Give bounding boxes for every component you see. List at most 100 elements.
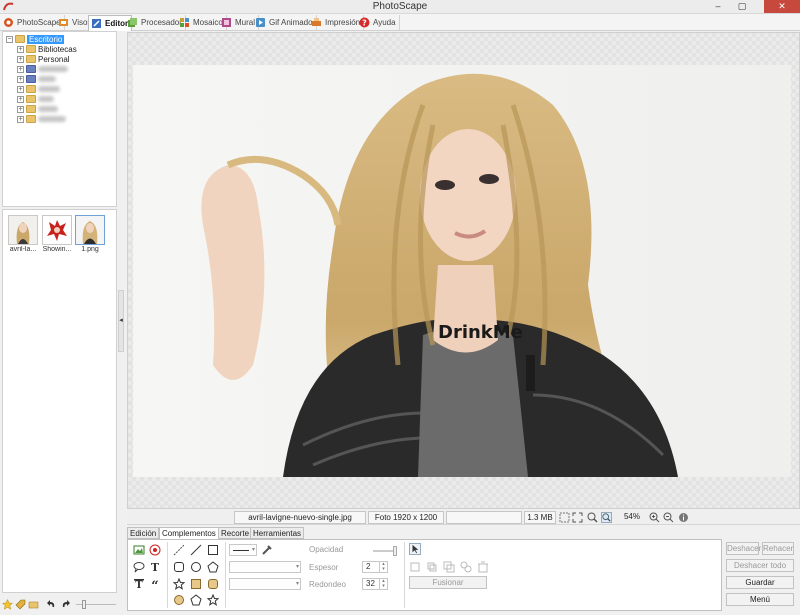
thumbnail-avril[interactable] — [8, 215, 38, 245]
tab-label: Procesador — [141, 18, 182, 27]
zoom-actual-icon[interactable] — [601, 512, 612, 523]
icon-stamp-icon[interactable] — [149, 544, 161, 556]
folder-icon — [15, 35, 25, 43]
expand-icon[interactable]: + — [17, 105, 24, 113]
filled-circle-tool-icon[interactable] — [173, 594, 185, 606]
undo-button[interactable]: Deshacer — [726, 542, 761, 555]
filled-rect-tool-icon[interactable] — [190, 578, 202, 590]
collapse-icon[interactable]: − — [6, 35, 13, 43]
tab-label: Gif Animado — [269, 18, 313, 27]
filled-rounded-rect-tool-icon[interactable] — [207, 578, 219, 590]
tab-recorte[interactable]: Recorte — [218, 527, 253, 539]
tree-item-label: Escritorio — [27, 34, 65, 44]
tab-edicion[interactable]: Edición — [127, 527, 160, 539]
speech-balloon-icon[interactable] — [133, 561, 145, 573]
tree-item-hidden[interactable]: + — [17, 114, 66, 124]
rotate-left-icon[interactable] — [46, 599, 57, 610]
tree-item-hidden[interactable]: + — [17, 74, 56, 84]
expand-icon[interactable]: + — [17, 45, 24, 53]
outline-star-tool-icon[interactable] — [207, 594, 219, 606]
edited-photo[interactable]: DrinkMe — [133, 65, 791, 477]
maximize-button[interactable]: ▢ — [732, 0, 752, 13]
insert-photo-icon[interactable] — [133, 544, 145, 556]
rotate-right-icon[interactable] — [60, 599, 71, 610]
magic-line-icon[interactable] — [173, 544, 185, 556]
zoom-in-icon[interactable] — [649, 512, 660, 523]
tree-item-bibliotecas[interactable]: + Bibliotecas — [17, 44, 77, 54]
tab-impresion[interactable]: Impresión — [309, 15, 365, 30]
round-stepper[interactable]: 32 ▴ ▾ — [362, 578, 388, 590]
tree-item-escritorio[interactable]: − Escritorio — [6, 34, 65, 44]
tree-item-personal[interactable]: + Personal — [17, 54, 70, 64]
text-tool-icon[interactable]: T — [149, 561, 161, 573]
tree-item-hidden[interactable]: + — [17, 94, 54, 104]
editor-icon — [92, 19, 101, 28]
tag-icon[interactable] — [15, 599, 26, 610]
thumbnail-showin[interactable] — [42, 215, 72, 245]
ellipse-tool-icon[interactable] — [190, 561, 202, 573]
tab-gif-animado[interactable]: Gif Animado — [253, 15, 317, 30]
group-icon[interactable] — [460, 561, 472, 573]
minimize-button[interactable]: – — [708, 0, 728, 13]
expand-icon[interactable]: + — [17, 55, 24, 63]
tree-item-label: Personal — [38, 54, 70, 64]
thickness-stepper[interactable]: 2 ▴ ▾ — [362, 561, 388, 573]
info-icon[interactable] — [678, 512, 689, 523]
duplicate-icon[interactable] — [443, 561, 455, 573]
expand-icon[interactable]: + — [17, 65, 24, 73]
opacity-label: Opacidad — [309, 545, 344, 554]
fit-screen-icon[interactable] — [559, 512, 570, 523]
batch-icon — [128, 18, 137, 27]
filled-pentagon-tool-icon[interactable] — [190, 594, 202, 606]
send-back-icon[interactable] — [426, 561, 438, 573]
photo-thumbnail-image — [76, 216, 104, 244]
save-button[interactable]: Guardar — [726, 576, 794, 589]
divider — [225, 542, 226, 608]
zoom-out-icon[interactable] — [663, 512, 674, 523]
line-tool-icon[interactable] — [190, 544, 202, 556]
select-pointer-icon[interactable] — [409, 543, 421, 555]
tree-item-hidden[interactable]: + — [17, 84, 60, 94]
zoom-fit-icon[interactable] — [587, 512, 598, 523]
undo-all-button[interactable]: Deshacer todo — [726, 559, 794, 572]
merge-button[interactable]: Fusionar — [409, 576, 487, 589]
opacity-slider-handle[interactable] — [393, 546, 397, 556]
expand-icon[interactable]: + — [17, 95, 24, 103]
tab-label: Mural — [235, 18, 256, 27]
gif-icon — [256, 18, 265, 27]
bring-front-icon[interactable] — [409, 561, 421, 573]
text-effect-icon[interactable]: T — [133, 578, 145, 590]
user-folder-icon — [26, 55, 36, 63]
line-style-dropdown[interactable]: ▾ — [229, 561, 301, 573]
redo-button[interactable]: Rehacer — [762, 542, 794, 555]
thumbnail-size-slider-handle[interactable] — [82, 600, 86, 609]
star-tool-icon[interactable] — [173, 578, 185, 590]
quote-icon[interactable]: “ — [149, 578, 161, 590]
rounded-rect-tool-icon[interactable] — [173, 561, 185, 573]
fullscreen-icon[interactable] — [572, 512, 583, 523]
tab-ayuda[interactable]: ? Ayuda — [357, 15, 400, 30]
pentagon-tool-icon[interactable] — [207, 561, 219, 573]
color-picker-dropdown[interactable]: ▾ — [229, 544, 257, 556]
delete-object-icon[interactable] — [477, 561, 489, 573]
tree-item-hidden[interactable]: + — [17, 64, 68, 74]
open-folder-icon[interactable] — [28, 599, 39, 610]
editor-canvas[interactable]: DrinkMe — [127, 32, 800, 509]
eyedropper-icon[interactable] — [261, 544, 273, 556]
photo-thumbnail-image — [43, 216, 71, 244]
thumbnail-1png[interactable] — [75, 215, 105, 245]
redacted-label — [38, 86, 60, 92]
expand-icon[interactable]: + — [17, 115, 24, 123]
favorite-star-icon[interactable] — [2, 599, 13, 610]
close-button[interactable]: ✕ — [764, 0, 800, 13]
page-icon — [180, 18, 189, 27]
expand-icon[interactable]: + — [17, 85, 24, 93]
fill-style-dropdown[interactable]: ▾ — [229, 578, 301, 590]
round-label: Redondeo — [309, 580, 346, 589]
expand-icon[interactable]: + — [17, 75, 24, 83]
tree-item-hidden[interactable]: + — [17, 104, 58, 114]
tab-herramientas[interactable]: Herramientas — [250, 527, 305, 539]
panel-splitter-handle[interactable]: ◂ — [118, 290, 124, 352]
rectangle-tool-icon[interactable] — [207, 544, 219, 556]
menu-button[interactable]: Menú — [726, 593, 794, 606]
